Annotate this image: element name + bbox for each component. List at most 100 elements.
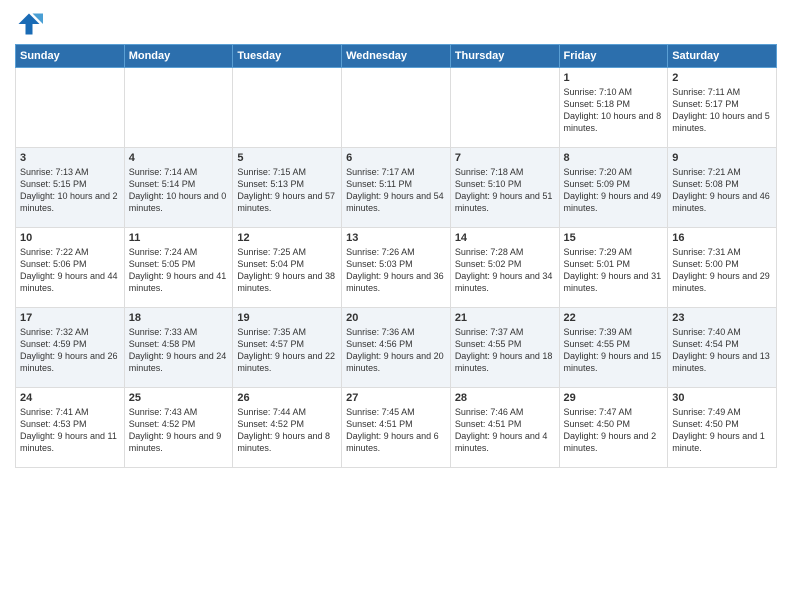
page: SundayMondayTuesdayWednesdayThursdayFrid… [0, 0, 792, 612]
cell-text: Daylight: 9 hours and 20 minutes. [346, 350, 446, 374]
cell-text: Sunrise: 7:11 AM [672, 86, 772, 98]
cell-text: Sunset: 4:56 PM [346, 338, 446, 350]
cell-text: Sunset: 4:50 PM [672, 418, 772, 430]
day-number: 6 [346, 152, 446, 164]
calendar-cell [16, 68, 125, 148]
cell-text: Daylight: 10 hours and 5 minutes. [672, 110, 772, 134]
cell-text: Sunrise: 7:40 AM [672, 326, 772, 338]
cell-text: Sunset: 5:14 PM [129, 178, 229, 190]
cell-text: Sunrise: 7:43 AM [129, 406, 229, 418]
cell-text: Sunrise: 7:41 AM [20, 406, 120, 418]
calendar-cell: 23Sunrise: 7:40 AMSunset: 4:54 PMDayligh… [668, 308, 777, 388]
calendar-cell: 12Sunrise: 7:25 AMSunset: 5:04 PMDayligh… [233, 228, 342, 308]
header-day: Monday [124, 45, 233, 68]
day-number: 7 [455, 152, 555, 164]
cell-text: Daylight: 9 hours and 44 minutes. [20, 270, 120, 294]
day-number: 10 [20, 232, 120, 244]
cell-text: Daylight: 10 hours and 0 minutes. [129, 190, 229, 214]
calendar-cell [124, 68, 233, 148]
cell-text: Sunset: 4:51 PM [346, 418, 446, 430]
day-number: 17 [20, 312, 120, 324]
cell-text: Daylight: 9 hours and 18 minutes. [455, 350, 555, 374]
cell-text: Sunset: 5:10 PM [455, 178, 555, 190]
cell-text: Sunrise: 7:21 AM [672, 166, 772, 178]
day-number: 14 [455, 232, 555, 244]
calendar-table: SundayMondayTuesdayWednesdayThursdayFrid… [15, 44, 777, 468]
day-number: 3 [20, 152, 120, 164]
cell-text: Sunset: 4:52 PM [237, 418, 337, 430]
day-number: 28 [455, 392, 555, 404]
cell-text: Sunrise: 7:28 AM [455, 246, 555, 258]
cell-text: Daylight: 9 hours and 36 minutes. [346, 270, 446, 294]
header [15, 10, 777, 38]
cell-text: Sunset: 4:51 PM [455, 418, 555, 430]
calendar-cell: 13Sunrise: 7:26 AMSunset: 5:03 PMDayligh… [342, 228, 451, 308]
cell-text: Sunset: 5:17 PM [672, 98, 772, 110]
cell-text: Daylight: 10 hours and 8 minutes. [564, 110, 664, 134]
cell-text: Daylight: 9 hours and 54 minutes. [346, 190, 446, 214]
logo [15, 10, 47, 38]
cell-text: Sunrise: 7:32 AM [20, 326, 120, 338]
cell-text: Sunset: 4:57 PM [237, 338, 337, 350]
cell-text: Daylight: 9 hours and 22 minutes. [237, 350, 337, 374]
day-number: 1 [564, 72, 664, 84]
cell-text: Sunrise: 7:39 AM [564, 326, 664, 338]
cell-text: Sunrise: 7:20 AM [564, 166, 664, 178]
header-day: Saturday [668, 45, 777, 68]
cell-text: Daylight: 9 hours and 8 minutes. [237, 430, 337, 454]
cell-text: Sunrise: 7:17 AM [346, 166, 446, 178]
calendar-cell: 30Sunrise: 7:49 AMSunset: 4:50 PMDayligh… [668, 388, 777, 468]
calendar-cell [233, 68, 342, 148]
calendar-cell: 15Sunrise: 7:29 AMSunset: 5:01 PMDayligh… [559, 228, 668, 308]
calendar-header: SundayMondayTuesdayWednesdayThursdayFrid… [16, 45, 777, 68]
cell-text: Sunrise: 7:13 AM [20, 166, 120, 178]
calendar-cell: 22Sunrise: 7:39 AMSunset: 4:55 PMDayligh… [559, 308, 668, 388]
cell-text: Sunrise: 7:47 AM [564, 406, 664, 418]
cell-text: Daylight: 9 hours and 51 minutes. [455, 190, 555, 214]
cell-text: Daylight: 9 hours and 41 minutes. [129, 270, 229, 294]
calendar-cell: 19 Sunrise: 7:35 AMSunset: 4:57 PMDayligh… [233, 308, 342, 388]
header-day: Thursday [450, 45, 559, 68]
header-day: Tuesday [233, 45, 342, 68]
calendar-cell: 29Sunrise: 7:47 AMSunset: 4:50 PMDayligh… [559, 388, 668, 468]
calendar-row: 1Sunrise: 7:10 AMSunset: 5:18 PMDaylight… [16, 68, 777, 148]
cell-text: Sunset: 5:06 PM [20, 258, 120, 270]
day-number: 21 [455, 312, 555, 324]
cell-text: Sunset: 5:09 PM [564, 178, 664, 190]
cell-text: Sunrise: 7:18 AM [455, 166, 555, 178]
cell-text: Sunrise: 7:35 AM [237, 326, 337, 338]
day-number: 19 [237, 312, 337, 324]
calendar-cell: 3Sunrise: 7:13 AMSunset: 5:15 PMDaylight… [16, 148, 125, 228]
cell-text: Sunset: 5:11 PM [346, 178, 446, 190]
cell-text: Sunset: 5:18 PM [564, 98, 664, 110]
day-number: 25 [129, 392, 229, 404]
cell-text: Daylight: 9 hours and 9 minutes. [129, 430, 229, 454]
calendar-cell: 10Sunrise: 7:22 AMSunset: 5:06 PMDayligh… [16, 228, 125, 308]
day-number: 9 [672, 152, 772, 164]
cell-text: Sunrise: 7:44 AM [237, 406, 337, 418]
cell-text: Sunset: 4:59 PM [20, 338, 120, 350]
cell-text: Sunset: 4:53 PM [20, 418, 120, 430]
day-number: 23 [672, 312, 772, 324]
cell-text: Daylight: 9 hours and 46 minutes. [672, 190, 772, 214]
calendar-row: 17 Sunrise: 7:32 AMSunset: 4:59 PM Dayligh… [16, 308, 777, 388]
cell-text: Sunset: 5:02 PM [455, 258, 555, 270]
calendar-cell: 21Sunrise: 7:37 AMSunset: 4:55 PMDayligh… [450, 308, 559, 388]
calendar-cell: 20Sunrise: 7:36 AMSunset: 4:56 PMDayligh… [342, 308, 451, 388]
cell-text: Sunrise: 7:49 AM [672, 406, 772, 418]
cell-text: Sunset: 5:08 PM [672, 178, 772, 190]
cell-text: Sunset: 4:55 PM [564, 338, 664, 350]
day-number: 2 [672, 72, 772, 84]
calendar-cell [450, 68, 559, 148]
cell-text: Daylight: 9 hours and 49 minutes. [564, 190, 664, 214]
day-number: 15 [564, 232, 664, 244]
calendar-cell [342, 68, 451, 148]
calendar-body: 1Sunrise: 7:10 AMSunset: 5:18 PMDaylight… [16, 68, 777, 468]
cell-text: Sunset: 4:54 PM [672, 338, 772, 350]
cell-text: Daylight: 9 hours and 34 minutes. [455, 270, 555, 294]
cell-text: Sunrise: 7:29 AM [564, 246, 664, 258]
calendar-cell: 7 Sunrise: 7:18 AMSunset: 5:10 PMDaylight… [450, 148, 559, 228]
cell-text: Sunset: 4:52 PM [129, 418, 229, 430]
calendar-cell: 4Sunrise: 7:14 AMSunset: 5:14 PMDaylight… [124, 148, 233, 228]
cell-text: Sunrise: 7:26 AM [346, 246, 446, 258]
